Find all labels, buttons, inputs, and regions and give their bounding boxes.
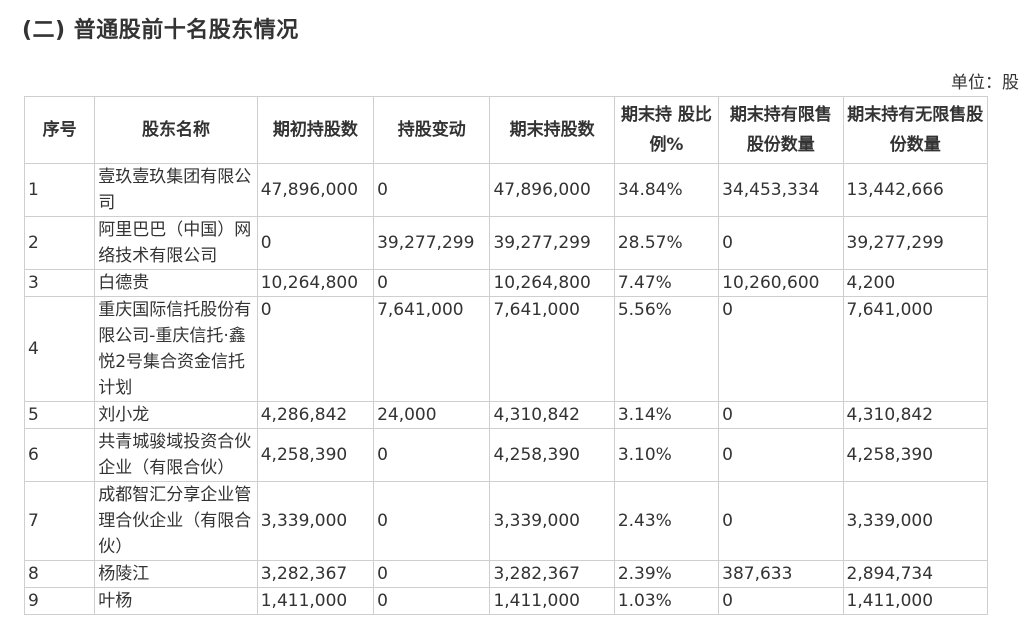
cell-unrestricted: 7,641,000 <box>842 296 988 402</box>
cell-ratio: 3.14% <box>613 401 720 429</box>
cell-change: 0 <box>373 587 491 615</box>
cell-end: 10,264,800 <box>489 269 615 297</box>
cell-start: 4,286,842 <box>256 401 375 429</box>
cell-name: 重庆国际信托股份有限公司-重庆信托·鑫悦2号集合资金信托计划 <box>94 296 258 402</box>
table-row: 3 白德贵 10,264,800 0 10,264,800 7.47% 10,260,600… <box>23 269 988 297</box>
cell-no: 7 <box>23 481 96 561</box>
cell-start: 0 <box>256 216 375 270</box>
cell-restricted: 0 <box>718 216 844 270</box>
col-header-name: 股东名称 <box>94 96 258 164</box>
cell-restricted: 0 <box>718 296 844 402</box>
cell-change: 0 <box>373 269 491 297</box>
cell-start: 3,339,000 <box>256 481 375 561</box>
cell-start: 47,896,000 <box>256 163 375 217</box>
cell-end: 47,896,000 <box>489 163 615 217</box>
cell-unrestricted: 39,277,299 <box>842 216 988 270</box>
cell-start: 4,258,390 <box>256 428 375 482</box>
cell-ratio: 2.39% <box>613 560 720 588</box>
table-row: 4 重庆国际信托股份有限公司-重庆信托·鑫悦2号集合资金信托计划 0 7,641,00… <box>23 296 988 402</box>
cell-unrestricted: 13,442,666 <box>842 163 988 217</box>
cell-change: 39,277,299 <box>373 216 491 270</box>
cell-name: 壹玖壹玖集团有限公司 <box>94 163 258 217</box>
cell-no: 6 <box>23 428 96 482</box>
cell-end: 39,277,299 <box>489 216 615 270</box>
cell-ratio: 2.43% <box>613 481 720 561</box>
cell-no: 4 <box>23 296 96 402</box>
cell-unrestricted: 1,411,000 <box>842 587 988 615</box>
cell-change: 0 <box>373 481 491 561</box>
cell-change: 7,641,000 <box>373 296 491 402</box>
cell-end: 4,258,390 <box>489 428 615 482</box>
cell-name: 刘小龙 <box>94 401 258 429</box>
col-header-ratio: 期末持 股比例% <box>613 96 720 164</box>
cell-unrestricted: 4,310,842 <box>842 401 988 429</box>
cell-start: 0 <box>256 296 375 402</box>
cell-change: 0 <box>373 560 491 588</box>
table-row: 6 共青城骏域投资合伙企业（有限合伙） 4,258,390 0 4,258,390 3.1… <box>23 428 988 482</box>
shareholder-table: 序号 股东名称 期初持股数 持股变动 期末持股数 期末持 股比例% 期末持有限售… <box>23 96 988 615</box>
cell-no: 9 <box>23 587 96 615</box>
cell-unrestricted: 3,339,000 <box>842 481 988 561</box>
cell-end: 3,339,000 <box>489 481 615 561</box>
cell-restricted: 0 <box>718 481 844 561</box>
cell-ratio: 7.47% <box>613 269 720 297</box>
cell-restricted: 34,453,334 <box>718 163 844 217</box>
cell-end: 1,411,000 <box>489 587 615 615</box>
cell-end: 4,310,842 <box>489 401 615 429</box>
table-header-row: 序号 股东名称 期初持股数 持股变动 期末持股数 期末持 股比例% 期末持有限售… <box>23 96 988 164</box>
col-header-unrestricted: 期末持有无限售股份数量 <box>842 96 988 164</box>
cell-name: 杨陵江 <box>94 560 258 588</box>
cell-name: 成都智汇分享企业管理合伙企业（有限合伙） <box>94 481 258 561</box>
cell-end: 3,282,367 <box>489 560 615 588</box>
cell-restricted: 387,633 <box>718 560 844 588</box>
cell-change: 0 <box>373 428 491 482</box>
cell-ratio: 1.03% <box>613 587 720 615</box>
cell-no: 3 <box>23 269 96 297</box>
col-header-no: 序号 <box>23 96 96 164</box>
cell-no: 8 <box>23 560 96 588</box>
cell-no: 5 <box>23 401 96 429</box>
cell-start: 1,411,000 <box>256 587 375 615</box>
table-row: 1 壹玖壹玖集团有限公司 47,896,000 0 47,896,000 34.84% 34… <box>23 163 988 217</box>
cell-unrestricted: 4,258,390 <box>842 428 988 482</box>
cell-start: 3,282,367 <box>256 560 375 588</box>
table-row: 9 叶杨 1,411,000 0 1,411,000 1.03% 0 1,411,000 <box>23 587 988 615</box>
cell-change: 0 <box>373 163 491 217</box>
cell-ratio: 3.10% <box>613 428 720 482</box>
cell-ratio: 28.57% <box>613 216 720 270</box>
cell-no: 1 <box>23 163 96 217</box>
col-header-start: 期初持股数 <box>256 96 375 164</box>
cell-name: 白德贵 <box>94 269 258 297</box>
cell-no: 2 <box>23 216 96 270</box>
col-header-change: 持股变动 <box>373 96 491 164</box>
cell-name: 共青城骏域投资合伙企业（有限合伙） <box>94 428 258 482</box>
unit-label: 单位：股 <box>951 73 1019 93</box>
cell-restricted: 0 <box>718 587 844 615</box>
table-row: 7 成都智汇分享企业管理合伙企业（有限合伙） 3,339,000 0 3,339,000… <box>23 481 988 561</box>
cell-name: 阿里巴巴（中国）网络技术有限公司 <box>94 216 258 270</box>
cell-unrestricted: 2,894,734 <box>842 560 988 588</box>
cell-change: 24,000 <box>373 401 491 429</box>
cell-restricted: 0 <box>718 401 844 429</box>
table-row: 2 阿里巴巴（中国）网络技术有限公司 0 39,277,299 39,277,299 28… <box>23 216 988 270</box>
table-row: 5 刘小龙 4,286,842 24,000 4,310,842 3.14% 0 4,310,… <box>23 401 988 429</box>
cell-end: 7,641,000 <box>489 296 615 402</box>
table-row: 8 杨陵江 3,282,367 0 3,282,367 2.39% 387,633 2,894… <box>23 560 988 588</box>
cell-unrestricted: 4,200 <box>842 269 988 297</box>
cell-ratio: 5.56% <box>613 296 720 402</box>
section-title: (二) 普通股前十名股东情况 <box>22 18 299 43</box>
col-header-end: 期末持股数 <box>489 96 615 164</box>
cell-name: 叶杨 <box>94 587 258 615</box>
cell-restricted: 10,260,600 <box>718 269 844 297</box>
col-header-restricted: 期末持有限售股份数量 <box>718 96 844 164</box>
cell-ratio: 34.84% <box>613 163 720 217</box>
cell-start: 10,264,800 <box>256 269 375 297</box>
cell-restricted: 0 <box>718 428 844 482</box>
